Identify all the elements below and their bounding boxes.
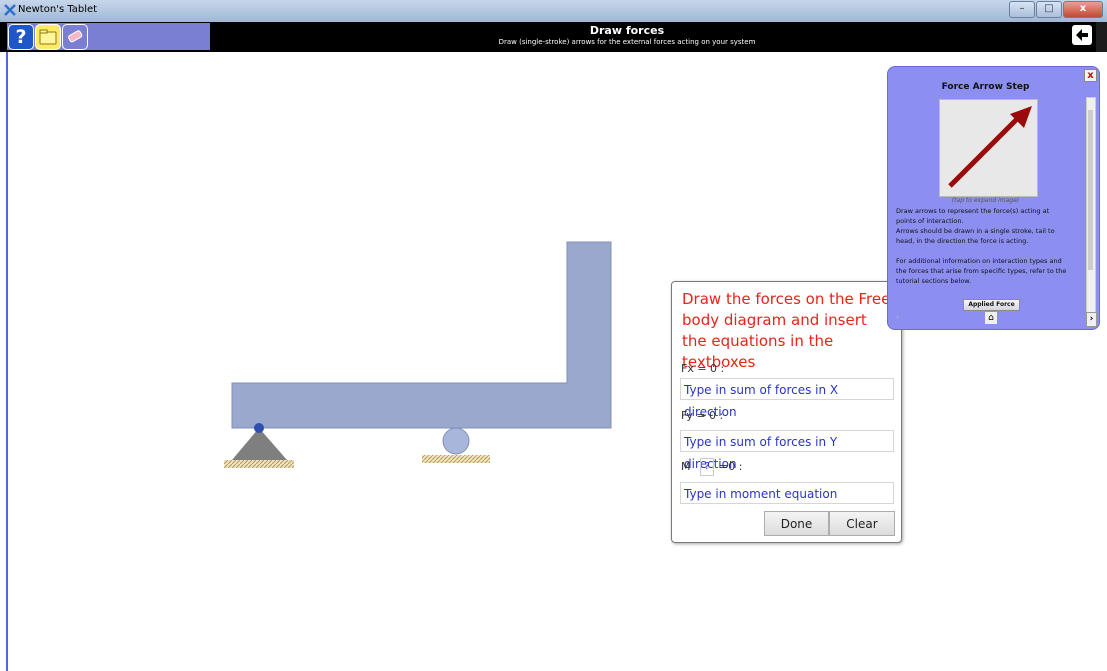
moment-equation-input[interactable]: Type in moment equation	[680, 482, 894, 504]
step-text-line: Arrows should be drawn in a single strok…	[896, 227, 1055, 235]
scrollbar-thumb[interactable]	[1088, 110, 1093, 270]
moment-point-input[interactable]: ?	[700, 458, 714, 476]
instruction-text: Draw the forces on the Free body diagram…	[682, 290, 891, 371]
fx-equation-input[interactable]: Type in sum of forces in X direction	[680, 378, 894, 419]
step-instructions: Draw arrows to represent the force(s) ac…	[896, 206, 1080, 286]
l-shaped-beam	[231, 241, 612, 429]
moment-label-suffix: =0 :	[719, 460, 743, 473]
fx-label: Fx = 0 :	[681, 362, 725, 375]
step-text-line: tutorial sections below.	[896, 277, 972, 285]
fy-label: Fy = 0 :	[681, 409, 724, 422]
next-step-button[interactable]: ›	[1086, 312, 1097, 327]
step-panel-scrollbar[interactable]	[1086, 97, 1096, 317]
step-text-line: Draw arrows to represent the force(s) ac…	[896, 207, 1050, 215]
arrow-diagonal-icon	[948, 106, 1032, 188]
equations-panel: Draw the forces on the Free body diagram…	[671, 281, 902, 543]
step-text-line	[896, 246, 1080, 256]
fy-equation-input[interactable]: Type in sum of forces in Y direction	[680, 430, 894, 471]
roller-ground	[422, 455, 490, 463]
step-text-line: head, in the direction the force is acti…	[896, 237, 1029, 245]
image-caption: (tap to expand image)	[951, 197, 1020, 204]
applied-force-button[interactable]: Applied Force	[963, 299, 1020, 311]
moment-label-prefix: M	[681, 460, 691, 473]
prev-step-button[interactable]: ‹	[893, 312, 902, 325]
pin-ground	[224, 460, 294, 468]
pin-joint	[254, 423, 264, 433]
roller-support	[442, 427, 470, 455]
clear-button[interactable]: Clear	[829, 511, 895, 536]
close-panel-button[interactable]: x	[1084, 69, 1097, 82]
force-arrow-step-panel: x Force Arrow Step (tap to expand image)…	[887, 66, 1100, 330]
done-button[interactable]: Done	[764, 511, 829, 536]
step-text-line: points of interaction.	[896, 217, 964, 225]
step-text-line: For additional information on interactio…	[896, 257, 1062, 265]
step-panel-title: Force Arrow Step	[941, 82, 1030, 92]
example-arrow-image[interactable]	[939, 99, 1038, 197]
step-text-line: the forces that arise from specific type…	[896, 267, 1067, 275]
home-icon[interactable]: ⌂	[985, 312, 997, 324]
